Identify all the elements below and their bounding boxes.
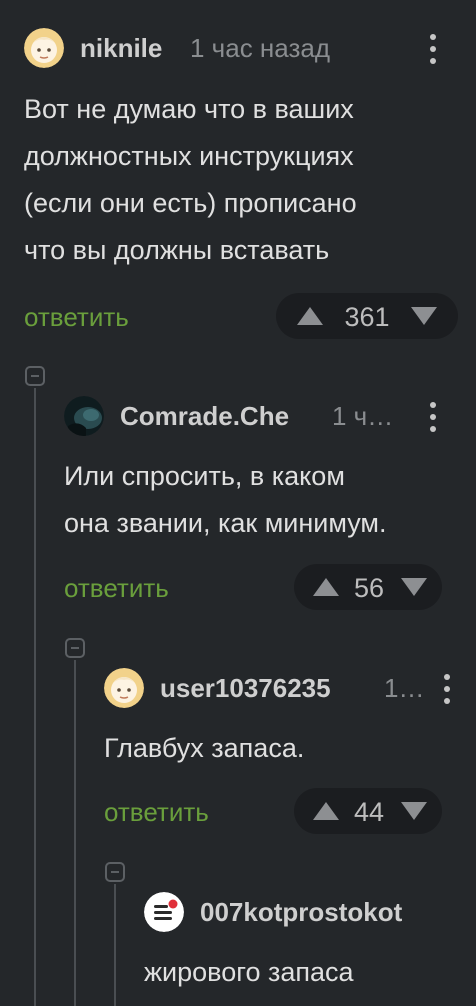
reply-link[interactable]: ответить (104, 797, 209, 828)
menu-notification-avatar-icon (144, 892, 184, 932)
timestamp: 1… (384, 673, 424, 703)
more-options-button[interactable] (425, 32, 441, 66)
dot-icon (430, 46, 436, 52)
thread-line-level-3 (114, 884, 116, 1006)
comment-header: 007kotprostokot (144, 892, 476, 932)
comment-text: Или спросить, в каком она звании, как ми… (64, 453, 386, 547)
dot-icon (430, 34, 436, 40)
comment-text-line: Главбух запаса. (104, 733, 305, 763)
username[interactable]: 007kotprostokot (200, 897, 402, 928)
arrow-down-icon (411, 307, 437, 325)
avatar[interactable] (144, 892, 184, 932)
upvote-button[interactable] (286, 293, 334, 339)
downvote-button[interactable] (390, 564, 438, 610)
arrow-up-icon (313, 578, 339, 596)
arrow-down-icon (401, 578, 427, 596)
more-options-button[interactable] (439, 672, 455, 706)
dot-icon (444, 686, 450, 692)
more-options-button[interactable] (425, 400, 441, 434)
collapse-thread-button[interactable] (25, 366, 45, 386)
upvote-button[interactable] (302, 788, 350, 834)
dot-icon (430, 58, 436, 64)
avatar[interactable] (24, 28, 64, 68)
arrow-down-icon (401, 802, 427, 820)
dot-icon (430, 426, 436, 432)
comment-text-line: Или спросить, в каком (64, 461, 345, 491)
comment-text-line: жирового запаса (144, 957, 354, 987)
rating-control: 361 (276, 293, 458, 339)
comment-header: user10376235 1… (104, 668, 476, 708)
comment-header: niknile 1 час назад (24, 28, 476, 68)
downvote-button[interactable] (400, 293, 448, 339)
comment-header: Comrade.Che 1 ч… (64, 396, 476, 436)
comment-text-line: она звании, как минимум. (64, 508, 387, 538)
reply-link[interactable]: ответить (64, 573, 169, 604)
username[interactable]: Comrade.Che (120, 401, 289, 432)
comment-text: Вот не думаю что в ваших должностных инс… (24, 86, 357, 274)
avatar[interactable] (64, 396, 104, 436)
comment-text-line: что вы должны вставать (24, 235, 330, 265)
timestamp: 1 час назад (190, 33, 330, 63)
comment-text: Главбух запаса. (104, 725, 304, 772)
comment-text-line: должностных инструкциях (24, 141, 354, 171)
cartoon-face-avatar-icon (104, 668, 144, 708)
rating-score: 361 (344, 302, 390, 332)
dot-icon (430, 402, 436, 408)
thread-line-level-2 (74, 660, 76, 1006)
upvote-button[interactable] (302, 564, 350, 610)
collapse-thread-button[interactable] (105, 862, 125, 882)
cartoon-face-avatar-icon (24, 28, 64, 68)
rating-score: 56 (353, 573, 385, 603)
rating-control: 44 (294, 788, 442, 834)
comment-text-line: (если они есть) прописано (24, 188, 357, 218)
arrow-up-icon (313, 802, 339, 820)
comment-text: жирового запаса (144, 949, 354, 996)
arrow-up-icon (297, 307, 323, 325)
avatar[interactable] (104, 668, 144, 708)
username[interactable]: niknile (80, 33, 162, 64)
dot-icon (430, 414, 436, 420)
username[interactable]: user10376235 (160, 673, 331, 704)
thread-line-level-1 (34, 388, 36, 1006)
dot-icon (444, 698, 450, 704)
reply-link[interactable]: ответить (24, 302, 129, 333)
timestamp: 1 ч… (332, 401, 394, 431)
collapse-thread-button[interactable] (65, 638, 85, 658)
downvote-button[interactable] (390, 788, 438, 834)
dark-photo-avatar-icon (64, 396, 104, 436)
rating-score: 44 (353, 797, 385, 827)
dot-icon (444, 674, 450, 680)
comment-text-line: Вот не думаю что в ваших (24, 94, 354, 124)
rating-control: 56 (294, 564, 442, 610)
